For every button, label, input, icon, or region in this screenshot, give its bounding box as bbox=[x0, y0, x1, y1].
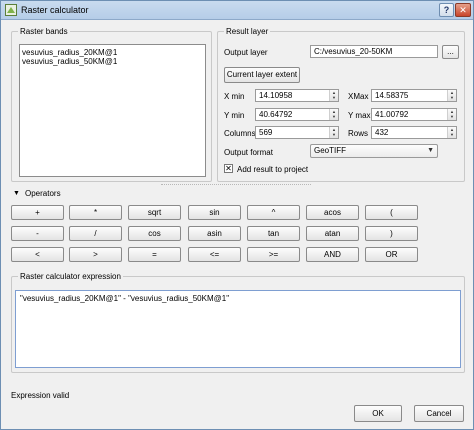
op-button[interactable]: sin bbox=[188, 205, 241, 220]
expression-textarea[interactable]: "vesuvius_radius_20KM@1" - "vesuvius_rad… bbox=[15, 290, 461, 368]
ymin-spinbox[interactable]: 40.64792 ▲ ▼ bbox=[255, 108, 339, 121]
spin-down-icon[interactable]: ▼ bbox=[330, 95, 338, 100]
output-format-select[interactable]: GeoTIFF ▼ bbox=[310, 144, 438, 158]
xmin-spinbox[interactable]: 14.10958 ▲ ▼ bbox=[255, 89, 339, 102]
raster-bands-list[interactable]: vesuvius_radius_20KM@1 vesuvius_radius_5… bbox=[19, 44, 206, 177]
op-button[interactable]: asin bbox=[188, 226, 241, 241]
ymin-label: Y min bbox=[224, 111, 245, 120]
list-item[interactable]: vesuvius_radius_50KM@1 bbox=[22, 57, 117, 66]
xmax-value: 14.58375 bbox=[375, 91, 409, 100]
output-format-label: Output format bbox=[224, 148, 273, 157]
current-layer-extent-button[interactable]: Current layer extent bbox=[224, 67, 300, 83]
operators-title: Operators bbox=[25, 189, 61, 198]
xmin-label: X min bbox=[224, 92, 245, 101]
list-item[interactable]: vesuvius_radius_20KM@1 bbox=[22, 48, 117, 57]
raster-bands-group: Raster bands vesuvius_radius_20KM@1 vesu… bbox=[11, 27, 212, 182]
add-result-checkbox[interactable]: ✕ bbox=[224, 164, 233, 173]
columns-value: 569 bbox=[259, 128, 273, 137]
ymax-label: Y max bbox=[348, 111, 371, 120]
close-button[interactable]: ✕ bbox=[455, 3, 471, 17]
xmax-label: XMax bbox=[348, 92, 369, 101]
columns-spin-arrows[interactable]: ▲ ▼ bbox=[329, 127, 338, 138]
op-button[interactable]: = bbox=[128, 247, 181, 262]
op-button[interactable]: sqrt bbox=[128, 205, 181, 220]
spin-down-icon[interactable]: ▼ bbox=[448, 132, 456, 137]
columns-spinbox[interactable]: 569 ▲ ▼ bbox=[255, 126, 339, 139]
op-button[interactable]: ( bbox=[365, 205, 418, 220]
help-button[interactable]: ? bbox=[439, 3, 454, 17]
columns-label: Columns bbox=[224, 129, 256, 138]
raster-bands-title: Raster bands bbox=[18, 27, 70, 36]
output-layer-label: Output layer bbox=[224, 48, 268, 57]
ymax-spinbox[interactable]: 41.00792 ▲ ▼ bbox=[371, 108, 457, 121]
xmax-spinbox[interactable]: 14.58375 ▲ ▼ bbox=[371, 89, 457, 102]
rows-spin-arrows[interactable]: ▲ ▼ bbox=[447, 127, 456, 138]
op-button[interactable]: / bbox=[69, 226, 122, 241]
spin-down-icon[interactable]: ▼ bbox=[448, 95, 456, 100]
op-button[interactable]: AND bbox=[306, 247, 359, 262]
ymax-value: 41.00792 bbox=[375, 110, 409, 119]
op-button[interactable]: acos bbox=[306, 205, 359, 220]
raster-calculator-dialog: Raster calculator ? ✕ Raster bands vesuv… bbox=[0, 0, 474, 430]
window-title: Raster calculator bbox=[21, 5, 89, 15]
op-button[interactable]: atan bbox=[306, 226, 359, 241]
ymin-value: 40.64792 bbox=[259, 110, 293, 119]
collapse-triangle-icon[interactable]: ▼ bbox=[13, 190, 20, 197]
add-result-label: Add result to project bbox=[237, 165, 309, 174]
browse-button[interactable]: ... bbox=[442, 45, 459, 59]
op-button[interactable]: ^ bbox=[247, 205, 300, 220]
op-button[interactable]: ) bbox=[365, 226, 418, 241]
output-format-value: GeoTIFF bbox=[314, 146, 347, 155]
spin-down-icon[interactable]: ▼ bbox=[448, 114, 456, 119]
xmin-value: 14.10958 bbox=[259, 91, 293, 100]
ymin-spin-arrows[interactable]: ▲ ▼ bbox=[329, 109, 338, 120]
title-bar[interactable]: Raster calculator ? ✕ bbox=[1, 1, 473, 20]
qgis-icon bbox=[5, 4, 17, 16]
xmax-spin-arrows[interactable]: ▲ ▼ bbox=[447, 90, 456, 101]
rows-spinbox[interactable]: 432 ▲ ▼ bbox=[371, 126, 457, 139]
op-button[interactable]: tan bbox=[247, 226, 300, 241]
cancel-button[interactable]: Cancel bbox=[414, 405, 464, 422]
spin-down-icon[interactable]: ▼ bbox=[330, 114, 338, 119]
xmin-spin-arrows[interactable]: ▲ ▼ bbox=[329, 90, 338, 101]
op-button[interactable]: * bbox=[69, 205, 122, 220]
spin-down-icon[interactable]: ▼ bbox=[330, 132, 338, 137]
op-button[interactable]: >= bbox=[247, 247, 300, 262]
op-button[interactable]: > bbox=[69, 247, 122, 262]
status-text: Expression valid bbox=[11, 391, 70, 400]
splitter-handle[interactable] bbox=[161, 184, 311, 186]
op-button[interactable]: < bbox=[11, 247, 64, 262]
rows-value: 432 bbox=[375, 128, 389, 137]
op-button[interactable]: cos bbox=[128, 226, 181, 241]
op-button[interactable]: <= bbox=[188, 247, 241, 262]
op-button[interactable]: + bbox=[11, 205, 64, 220]
rows-label: Rows bbox=[348, 129, 369, 138]
op-button[interactable]: OR bbox=[365, 247, 418, 262]
ok-button[interactable]: OK bbox=[354, 405, 402, 422]
expression-title: Raster calculator expression bbox=[18, 272, 123, 281]
result-layer-title: Result layer bbox=[224, 27, 271, 36]
op-button[interactable]: - bbox=[11, 226, 64, 241]
output-layer-field[interactable]: C:/vesuvius_20-50KM bbox=[310, 45, 438, 58]
chevron-down-icon[interactable]: ▼ bbox=[427, 145, 434, 157]
ymax-spin-arrows[interactable]: ▲ ▼ bbox=[447, 109, 456, 120]
